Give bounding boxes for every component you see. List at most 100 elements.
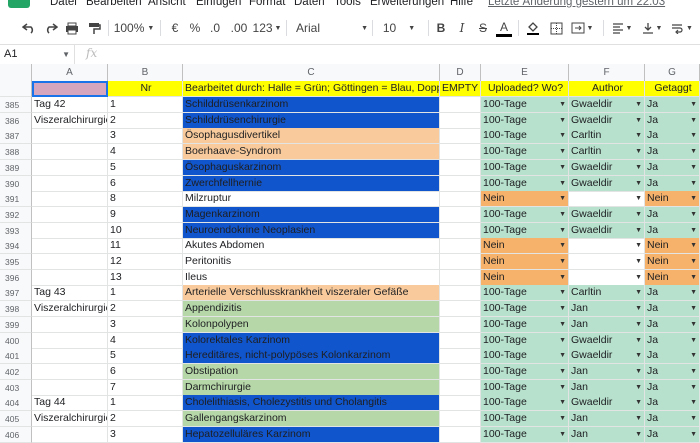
cell-topic[interactable]: Kolonpolypen [183, 316, 440, 333]
dropdown-chevron-icon[interactable]: ▼ [635, 144, 642, 159]
dropdown-chevron-icon[interactable]: ▼ [690, 207, 697, 222]
column-header-a[interactable]: A [32, 64, 108, 81]
row-number[interactable]: 398 [0, 301, 32, 318]
dropdown-chevron-icon[interactable]: ▼ [635, 97, 642, 112]
row-number[interactable]: 396 [0, 269, 32, 286]
cell-getaggt[interactable]: Ja ▼ [645, 379, 700, 396]
cell-author[interactable]: Jan ▼ [569, 379, 645, 396]
dropdown-chevron-icon[interactable]: ▼ [690, 301, 697, 316]
column-header-d[interactable]: D [440, 64, 481, 81]
cell-uploaded[interactable]: 100-Tage ▼ [481, 222, 569, 239]
cell-empty[interactable] [440, 316, 481, 333]
cell-topic[interactable]: Ileus [183, 269, 440, 286]
cell-day[interactable]: Viszeralchirurgie [32, 112, 108, 129]
more-formats-button[interactable]: 123 ▼ [252, 19, 282, 37]
cell-author[interactable]: Gwaeldir ▼ [569, 159, 645, 176]
cell-author[interactable]: ▼ [569, 254, 645, 270]
cell-day[interactable] [32, 222, 108, 239]
dropdown-chevron-icon[interactable]: ▼ [635, 364, 642, 379]
dropdown-chevron-icon[interactable]: ▼ [635, 427, 642, 442]
name-box[interactable]: A1 ▼ [0, 45, 75, 64]
cell-getaggt[interactable]: Ja ▼ [645, 348, 700, 365]
font-size-select[interactable]: 10 ▼ [376, 19, 422, 37]
cell-day[interactable] [32, 316, 108, 333]
dropdown-chevron-icon[interactable]: ▼ [635, 176, 642, 191]
dropdown-chevron-icon[interactable]: ▼ [690, 97, 697, 112]
dropdown-chevron-icon[interactable]: ▼ [690, 270, 697, 285]
cell-empty[interactable] [440, 175, 481, 192]
increase-decimals-button[interactable]: .00 [228, 19, 250, 37]
dropdown-chevron-icon[interactable]: ▼ [635, 395, 642, 410]
menu-ansicht[interactable]: Ansicht [148, 0, 186, 8]
row-number[interactable]: 394 [0, 238, 32, 255]
cell-uploaded[interactable]: 100-Tage ▼ [481, 97, 569, 113]
cell-empty[interactable] [440, 411, 481, 427]
cell-getaggt[interactable]: Ja ▼ [645, 206, 700, 223]
cell-uploaded[interactable]: Nein ▼ [481, 238, 569, 255]
dropdown-chevron-icon[interactable]: ▼ [690, 411, 697, 426]
header-bearbeitet[interactable]: Bearbeitet durch: Halle = Grün; Göttinge… [183, 81, 440, 97]
dropdown-chevron-icon[interactable]: ▼ [635, 380, 642, 395]
dropdown-chevron-icon[interactable]: ▼ [635, 238, 642, 253]
cell-nr[interactable]: 1 [108, 395, 183, 412]
cell-topic[interactable]: Boerhaave-Syndrom [183, 144, 440, 161]
cell-day[interactable]: Viszeralchirurgie [32, 411, 108, 427]
menu-hilfe[interactable]: Hilfe [450, 0, 473, 8]
cell-day[interactable] [32, 175, 108, 192]
cell-day[interactable]: Tag 43 [32, 285, 108, 302]
menu-daten[interactable]: Daten [294, 0, 325, 8]
dropdown-chevron-icon[interactable]: ▼ [690, 238, 697, 253]
cell-topic[interactable]: Akutes Abdomen [183, 238, 440, 255]
cell-topic[interactable]: Kolorektales Karzinom [183, 332, 440, 349]
dropdown-chevron-icon[interactable]: ▼ [635, 254, 642, 269]
cell-empty[interactable] [440, 301, 481, 318]
dropdown-chevron-icon[interactable]: ▼ [690, 364, 697, 379]
cell-uploaded[interactable]: 100-Tage ▼ [481, 301, 569, 318]
dropdown-chevron-icon[interactable]: ▼ [690, 380, 697, 395]
dropdown-chevron-icon[interactable]: ▼ [690, 333, 697, 348]
menu-erweiterungen[interactable]: Erweiterungen [370, 0, 444, 8]
dropdown-chevron-icon[interactable]: ▼ [635, 191, 642, 206]
cell-nr[interactable]: 6 [108, 363, 183, 380]
dropdown-chevron-icon[interactable]: ▼ [635, 270, 642, 285]
cell-nr[interactable]: 1 [108, 97, 183, 113]
text-color-button[interactable]: A [496, 19, 512, 37]
cell-empty[interactable] [440, 222, 481, 239]
row-number[interactable]: 385 [0, 97, 32, 113]
cell-day[interactable] [32, 238, 108, 255]
dropdown-chevron-icon[interactable]: ▼ [635, 128, 642, 143]
cell-nr[interactable]: 1 [108, 285, 183, 302]
cell-topic[interactable]: Appendizitis [183, 301, 440, 318]
align-icon[interactable]: ▼ [610, 19, 634, 37]
menu-einfuegen[interactable]: Einfügen [196, 0, 241, 8]
cell-day[interactable] [32, 379, 108, 396]
dropdown-chevron-icon[interactable]: ▼ [559, 97, 566, 112]
header-empty[interactable]: EMPTY [440, 81, 481, 97]
cell-uploaded[interactable]: 100-Tage ▼ [481, 426, 569, 443]
cell-nr[interactable]: 9 [108, 206, 183, 223]
cell-topic[interactable]: Zwerchfellhernie [183, 175, 440, 192]
dropdown-chevron-icon[interactable]: ▼ [635, 207, 642, 222]
header-uploaded[interactable]: Uploaded? Wo? [481, 81, 569, 97]
cell-author[interactable]: Gwaeldir ▼ [569, 97, 645, 113]
cell-author[interactable]: Jan ▼ [569, 316, 645, 333]
dropdown-chevron-icon[interactable]: ▼ [559, 364, 566, 379]
row-number[interactable]: 387 [0, 128, 32, 145]
cell-topic[interactable]: Hereditäres, nicht-polypöses Kolonkarzin… [183, 348, 440, 365]
cell-getaggt[interactable]: Ja ▼ [645, 363, 700, 380]
menu-tools[interactable]: Tools [334, 0, 361, 8]
cell-author[interactable]: Jan ▼ [569, 363, 645, 380]
cell-uploaded[interactable]: Nein ▼ [481, 191, 569, 208]
cell-day[interactable] [32, 206, 108, 223]
cell-uploaded[interactable]: 100-Tage ▼ [481, 411, 569, 427]
row-number[interactable]: 388 [0, 144, 32, 161]
row-number[interactable] [0, 81, 32, 97]
dropdown-chevron-icon[interactable]: ▼ [635, 411, 642, 426]
row-number[interactable]: 399 [0, 316, 32, 333]
dropdown-chevron-icon[interactable]: ▼ [559, 333, 566, 348]
row-number[interactable]: 402 [0, 363, 32, 380]
dropdown-chevron-icon[interactable]: ▼ [559, 128, 566, 143]
dropdown-chevron-icon[interactable]: ▼ [690, 223, 697, 238]
cell-nr[interactable]: 11 [108, 238, 183, 255]
row-number[interactable]: 391 [0, 191, 32, 208]
